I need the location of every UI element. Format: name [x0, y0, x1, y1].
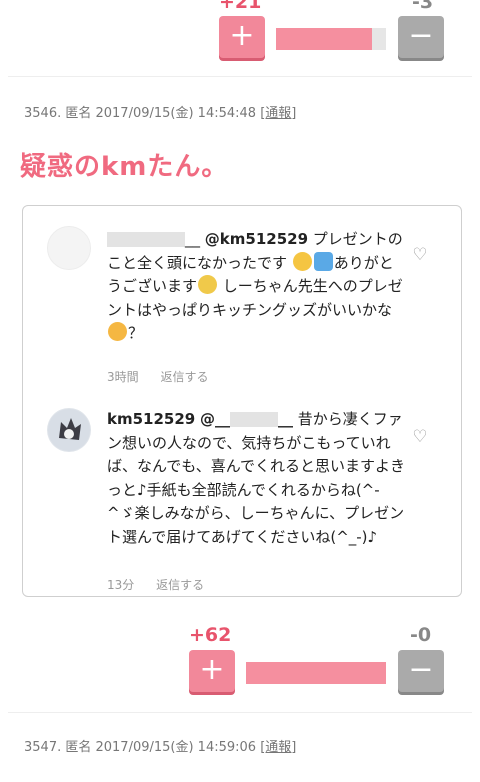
comment-text: km512529 @__ __ 昔から凄くファン想いの人なので、気持ちがこもってい…: [107, 408, 407, 549]
post-meta: 3546. 匿名 2017/09/15(金) 14:54:48 [通報]: [24, 102, 296, 121]
comment-footer: 13分 返信する: [107, 576, 222, 593]
dog-avatar-icon: [48, 409, 90, 451]
avatar: [47, 226, 91, 270]
comment-mention-end: __: [278, 410, 294, 428]
vote-bar-plus: [246, 662, 386, 684]
minus-count: -0: [410, 624, 432, 646]
comment-mention: @km512529: [204, 230, 309, 248]
vote-row-bottom: +62 -0 + −: [0, 620, 480, 700]
heart-icon[interactable]: ♡: [411, 428, 429, 446]
comment-text-body: 昔から凄くファン想いの人なので、気持ちがこもっていれば、なんでも、喜んでくれると…: [107, 410, 406, 546]
kiss-emoji-icon: [108, 322, 127, 341]
comment-time: 3時間: [107, 370, 139, 384]
comment-user: km512529: [107, 410, 196, 428]
comment-text: __ @km512529 プレゼントのこと全く頭になかったです ありがとうござい…: [107, 228, 407, 346]
post-meta: 3547. 匿名 2017/09/15(金) 14:59:06 [通報]: [24, 736, 296, 755]
plus-button[interactable]: +: [189, 650, 235, 692]
vote-bar-plus: [276, 28, 372, 50]
minus-count: -3: [412, 0, 434, 13]
post-meta-text: 3546. 匿名 2017/09/15(金) 14:54:48: [24, 106, 257, 121]
embedded-screenshot: __ @km512529 プレゼントのこと全く頭になかったです ありがとうござい…: [22, 205, 462, 597]
post-meta-text: 3547. 匿名 2017/09/15(金) 14:59:06: [24, 740, 257, 755]
reply-button[interactable]: 返信する: [160, 370, 208, 384]
comment-footer: 3時間 返信する: [107, 368, 226, 385]
reply-button[interactable]: 返信する: [156, 578, 204, 592]
plus-count: +62: [189, 624, 232, 646]
redacted-username: [107, 232, 185, 247]
bow-emoji-icon: [198, 275, 218, 294]
comment-time: 13分: [107, 578, 135, 592]
crying-emoji-icon: [292, 251, 312, 271]
comment-user: __: [185, 230, 200, 248]
comment-mention: @__: [200, 410, 231, 428]
post-title: 疑惑のkmたん。: [20, 152, 229, 182]
minus-button[interactable]: −: [398, 650, 444, 692]
comment-text-d: ？: [128, 324, 144, 342]
plus-count: +21: [219, 0, 262, 13]
report-link[interactable]: [通報]: [260, 740, 296, 755]
avatar: [47, 408, 91, 452]
sweat-emoji-icon: [313, 251, 333, 271]
plus-button[interactable]: +: [219, 16, 265, 58]
report-link[interactable]: [通報]: [260, 106, 296, 121]
vote-row-top: +21 -3 + −: [0, 0, 480, 80]
redacted-username: [230, 412, 279, 427]
minus-button[interactable]: −: [398, 16, 444, 58]
divider: [8, 712, 472, 713]
heart-icon[interactable]: ♡: [411, 246, 429, 264]
divider: [8, 76, 472, 77]
